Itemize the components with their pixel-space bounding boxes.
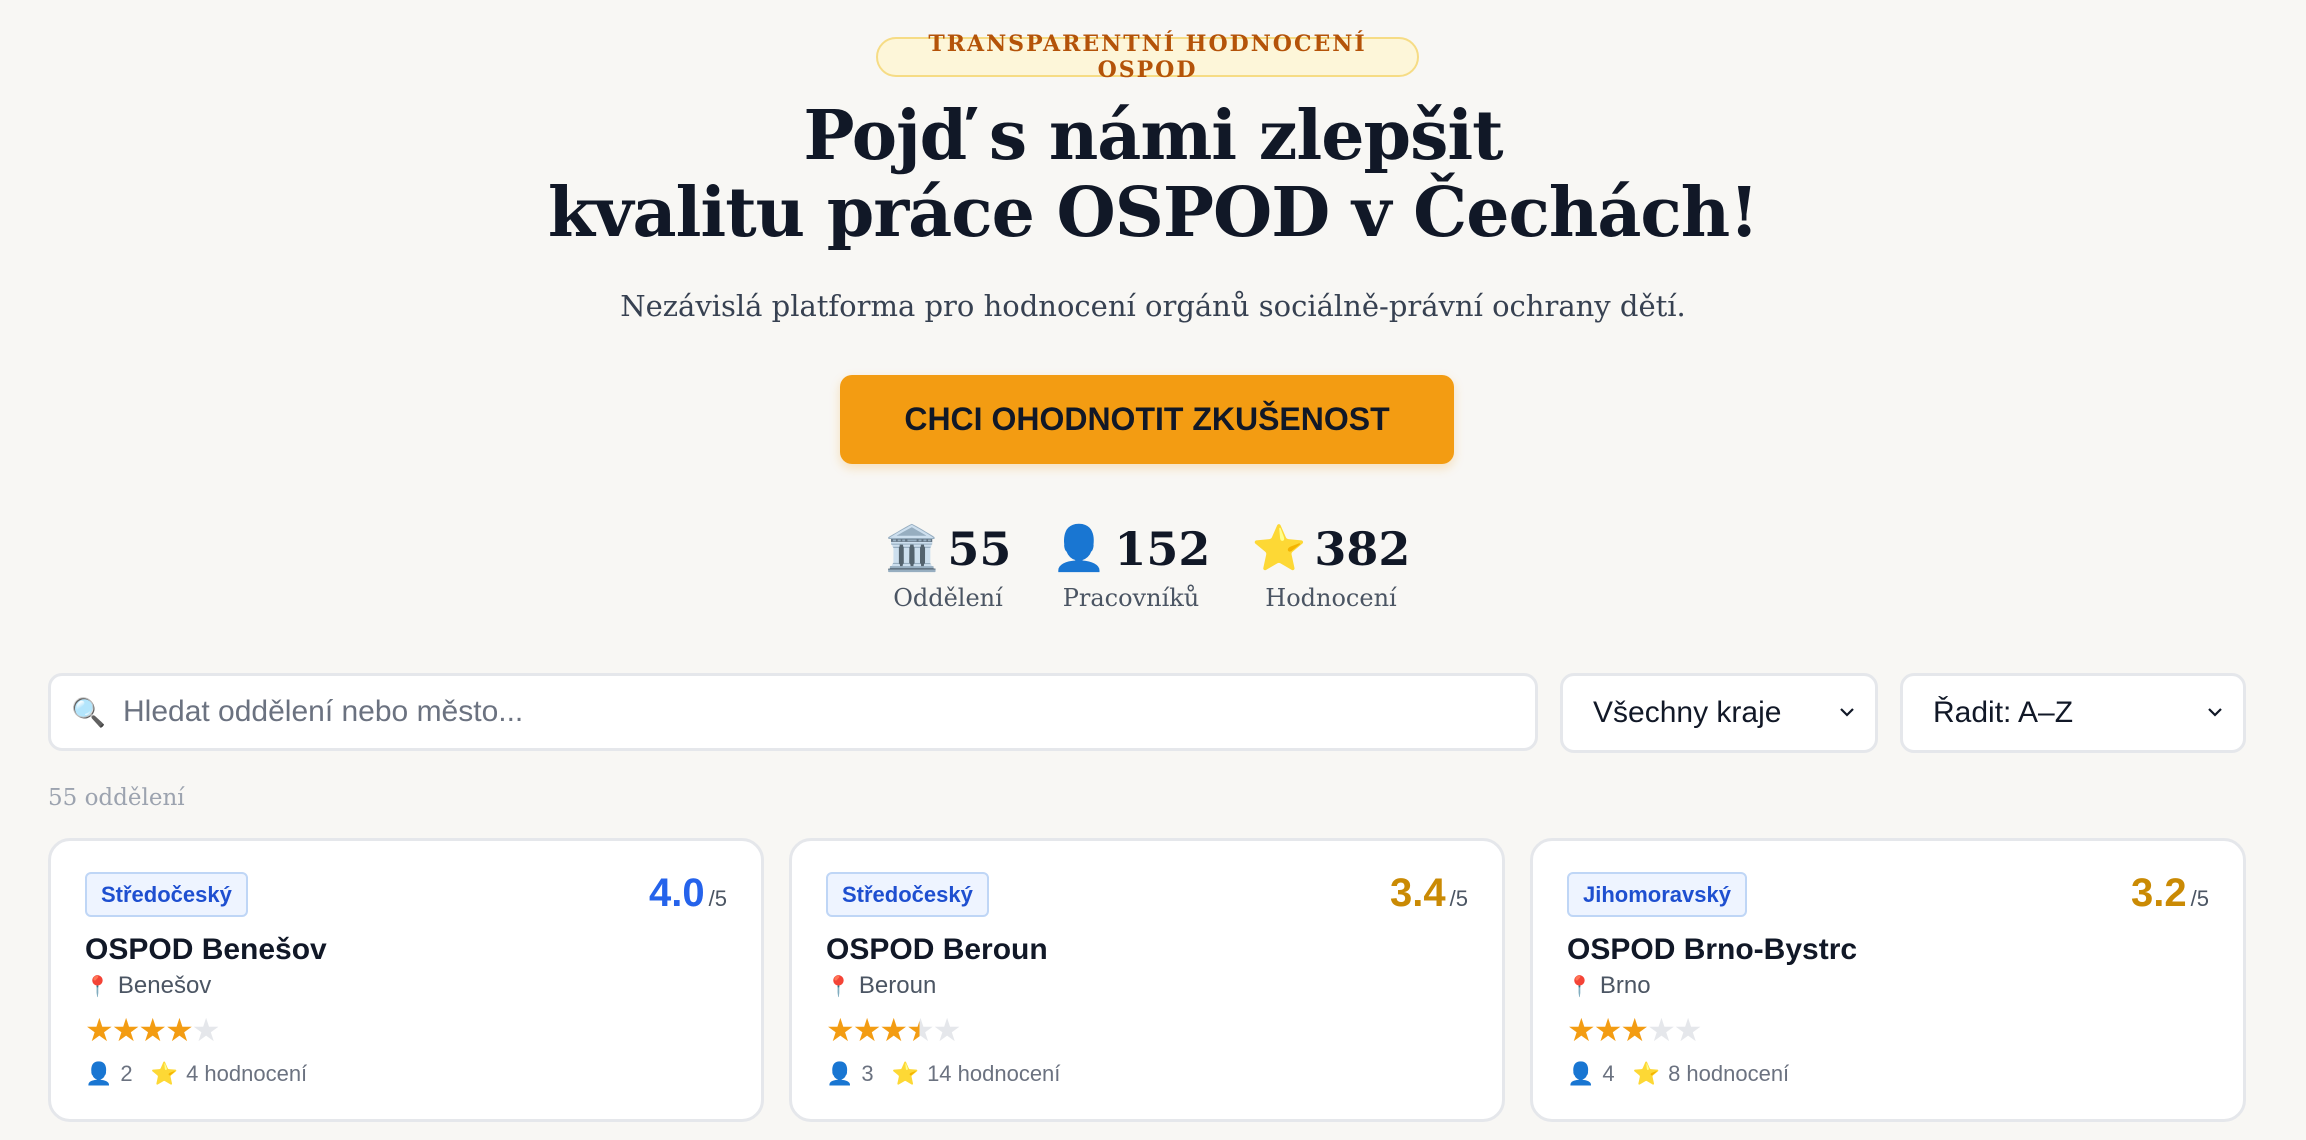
- rating-star: ★: [932, 1012, 962, 1048]
- sort-select[interactable]: Řadit: A–Z: [1900, 673, 2246, 753]
- rating-star: ★: [826, 1012, 855, 1048]
- rating-star: ★: [85, 1012, 114, 1048]
- rating-star: ★: [879, 1012, 908, 1048]
- stat-value: 152: [1114, 522, 1211, 576]
- location-pin-icon: 📍: [1567, 975, 1592, 998]
- rating-star: ★: [138, 1012, 167, 1048]
- score: 3.4/5: [1390, 871, 1468, 916]
- rating-star: ★: [191, 1012, 221, 1048]
- result-count: 55 oddělení: [48, 785, 185, 811]
- search-icon: 🔍: [71, 696, 106, 728]
- review-count: 14 hodnocení: [927, 1061, 1061, 1086]
- score-suffix: /5: [1449, 886, 1468, 911]
- sort-select-value: Řadit: A–Z: [1933, 696, 2074, 729]
- star-rating: ★★★★★: [85, 1011, 221, 1049]
- stat-departments: 🏛️ 55 Oddělení: [885, 518, 1012, 612]
- rating-star: ★: [1647, 1012, 1676, 1048]
- hero-badge: TRANSPARENTNÍ HODNOCENÍ OSPOD: [876, 31, 1419, 83]
- city-label: Beroun: [858, 972, 937, 999]
- department-name: OSPOD Benešov: [85, 933, 327, 966]
- card-meta: 👤 4 ⭐ 8 hodnocení: [1567, 1061, 1789, 1087]
- rating-star: ★: [852, 1012, 882, 1048]
- city-label: Benešov: [117, 972, 212, 999]
- department-city: 📍 Brno: [1567, 972, 1651, 1000]
- star-icon: ⭐: [1632, 1061, 1661, 1086]
- region-badge: Středočeský: [85, 872, 248, 917]
- region-select[interactable]: Všechny kraje: [1560, 673, 1878, 753]
- person-icon: 👤: [826, 1061, 854, 1086]
- star-rating: ★★★★★: [1567, 1011, 1703, 1049]
- rating-star: ★: [165, 1012, 194, 1048]
- stat-label: Oddělení: [893, 584, 1003, 612]
- department-name: OSPOD Beroun: [826, 933, 1048, 966]
- score-value: 3.4: [1390, 871, 1446, 915]
- score: 3.2/5: [2131, 871, 2209, 916]
- person-icon: 👤: [1567, 1061, 1595, 1086]
- stat-value: 55: [947, 522, 1012, 576]
- score-value: 3.2: [2131, 871, 2187, 915]
- review-count: 8 hodnocení: [1668, 1061, 1790, 1086]
- building-icon: 🏛️: [884, 524, 940, 573]
- region-select-value: Všechny kraje: [1593, 696, 1782, 729]
- worker-count: 4: [1602, 1061, 1615, 1086]
- search-input[interactable]: [123, 695, 1535, 729]
- review-count: 4 hodnocení: [186, 1061, 308, 1086]
- score-value: 4.0: [649, 871, 705, 915]
- card-meta: 👤 2 ⭐ 4 hodnocení: [85, 1061, 307, 1087]
- stat-label: Hodnocení: [1265, 584, 1397, 612]
- star-icon: ⭐: [1251, 524, 1307, 573]
- search-box[interactable]: 🔍: [48, 673, 1538, 751]
- department-city: 📍 Beroun: [826, 972, 936, 1000]
- chevron-down-icon: [2208, 708, 2222, 717]
- department-card[interactable]: Jihomoravský 3.2/5 OSPOD Brno-Bystrc 📍 Br…: [1530, 838, 2246, 1122]
- person-icon: 👤: [85, 1061, 113, 1086]
- worker-count: 2: [120, 1061, 133, 1086]
- department-card[interactable]: Středočeský 4.0/5 OSPOD Benešov 📍 Benešov…: [48, 838, 764, 1122]
- city-label: Brno: [1599, 972, 1651, 999]
- rating-star: ★: [1593, 1012, 1623, 1048]
- stat-value: 382: [1314, 522, 1411, 576]
- person-icon: 👤: [1051, 524, 1107, 573]
- score-suffix: /5: [2190, 886, 2209, 911]
- location-pin-icon: 📍: [85, 975, 110, 998]
- location-pin-icon: 📍: [826, 975, 851, 998]
- worker-count: 3: [861, 1061, 874, 1086]
- stat-label: Pracovníků: [1062, 584, 1200, 612]
- score-suffix: /5: [708, 886, 727, 911]
- star-icon: ⭐: [891, 1061, 920, 1086]
- star-icon: ⭐: [150, 1061, 179, 1086]
- region-badge: Středočeský: [826, 872, 989, 917]
- star-rating: ★★★★★: [826, 1011, 962, 1049]
- page-title-line-1: Pojď s námi zlepšit: [803, 96, 1503, 176]
- region-badge: Jihomoravský: [1567, 872, 1747, 917]
- page-title-line-2: kvalitu práce OSPOD v Čechách!: [547, 173, 1759, 253]
- rating-star: ★: [906, 1012, 935, 1048]
- page-title: Pojď s námi zlepšit kvalitu práce OSPOD …: [0, 98, 2306, 252]
- rating-star: ★: [1620, 1012, 1649, 1048]
- page-subtitle: Nezávislá platforma pro hodnocení orgánů…: [620, 289, 1686, 323]
- department-card[interactable]: Středočeský 3.4/5 OSPOD Beroun 📍 Beroun ★…: [789, 838, 1505, 1122]
- stat-reviews: ⭐ 382 Hodnocení: [1252, 518, 1411, 612]
- chevron-down-icon: [1840, 708, 1854, 717]
- department-name: OSPOD Brno-Bystrc: [1567, 933, 1858, 966]
- department-city: 📍 Benešov: [85, 972, 211, 1000]
- score: 4.0/5: [649, 871, 727, 916]
- rating-star: ★: [1673, 1012, 1703, 1048]
- rate-experience-button[interactable]: CHCI OHODNOTIT ZKUŠENOST: [840, 375, 1454, 464]
- stat-workers: 👤 152 Pracovníků: [1052, 518, 1211, 612]
- rating-star: ★: [1567, 1012, 1596, 1048]
- rating-star: ★: [111, 1012, 141, 1048]
- card-meta: 👤 3 ⭐ 14 hodnocení: [826, 1061, 1060, 1087]
